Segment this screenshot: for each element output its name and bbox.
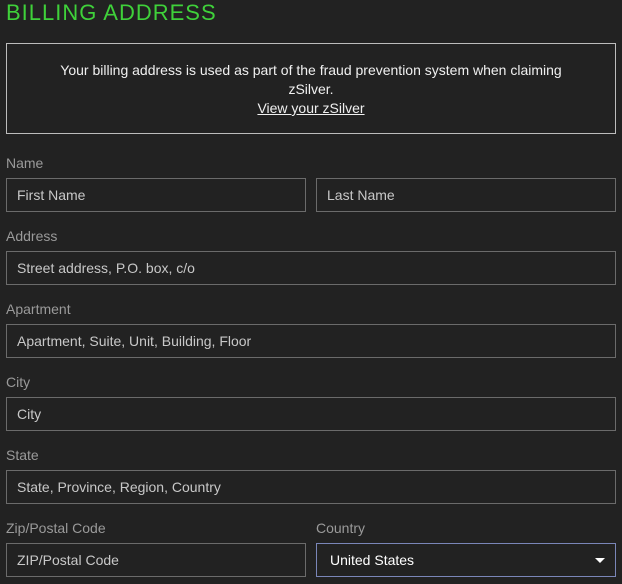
page-title: BILLING ADDRESS <box>6 0 217 25</box>
billing-address-page: BILLING ADDRESS Your billing address is … <box>0 0 622 584</box>
zip-label: Zip/Postal Code <box>6 520 106 536</box>
city-input[interactable] <box>6 397 616 431</box>
caret-down-icon <box>595 558 605 563</box>
view-zsilver-link[interactable]: View your zSilver <box>257 100 364 116</box>
address-input[interactable] <box>6 251 616 285</box>
name-label: Name <box>6 155 44 171</box>
country-label: Country <box>316 520 366 536</box>
state-input[interactable] <box>6 470 616 504</box>
address-label: Address <box>6 228 58 244</box>
first-name-input[interactable] <box>6 178 306 212</box>
notice-message: Your billing address is used as part of … <box>60 62 562 97</box>
billing-notice: Your billing address is used as part of … <box>6 43 616 134</box>
apartment-input[interactable] <box>6 324 616 358</box>
zip-input[interactable] <box>6 543 306 577</box>
apartment-label: Apartment <box>6 301 71 317</box>
state-label: State <box>6 447 39 463</box>
city-label: City <box>6 374 31 390</box>
last-name-input[interactable] <box>316 178 616 212</box>
country-selected-value: United States <box>330 552 415 568</box>
country-select[interactable]: United States <box>316 543 616 577</box>
